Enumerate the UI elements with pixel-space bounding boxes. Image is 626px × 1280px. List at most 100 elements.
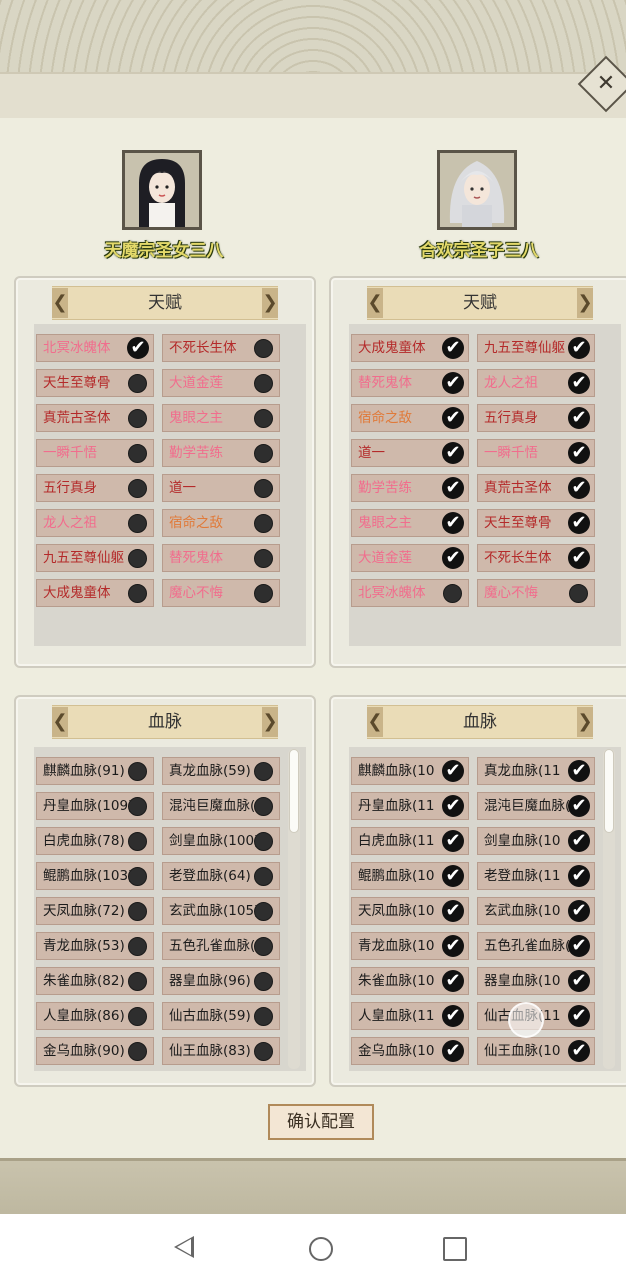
dot-icon[interactable] [128,1007,147,1026]
checkmark-icon[interactable]: ✔ [568,547,590,569]
checkmark-icon[interactable]: ✔ [568,407,590,429]
checkmark-icon[interactable]: ✔ [442,1040,464,1062]
option-cell[interactable]: 勤学苦练 ✔ [351,474,469,502]
checkmark-icon[interactable]: ✔ [568,372,590,394]
right-bloodline-scrollbar[interactable] [603,749,615,1069]
option-cell[interactable]: 老登血脉(64) [162,862,280,890]
option-cell[interactable]: 龙人之祖 [36,509,154,537]
option-cell[interactable]: 真龙血脉(11 ✔ [477,757,595,785]
recent-square-icon[interactable] [443,1237,467,1261]
checkmark-icon[interactable]: ✔ [442,372,464,394]
chevron-right-icon[interactable]: ❯ [262,707,278,737]
dot-icon[interactable] [254,584,273,603]
option-cell[interactable]: 大成鬼童体 ✔ [351,334,469,362]
back-triangle-icon[interactable] [174,1236,194,1258]
dot-icon[interactable] [254,902,273,921]
checkmark-icon[interactable]: ✔ [568,760,590,782]
confirm-config-button[interactable]: 确认配置 [268,1104,374,1140]
option-cell[interactable]: 道一 [162,474,280,502]
checkmark-icon[interactable]: ✔ [442,900,464,922]
dot-icon[interactable] [128,832,147,851]
option-cell[interactable]: 宿命之敌 [162,509,280,537]
left-bloodline-scrollbar[interactable] [288,749,300,1069]
option-cell[interactable]: 大成鬼童体 [36,579,154,607]
checkmark-icon[interactable]: ✔ [442,407,464,429]
option-cell[interactable]: 天凤血脉(10 ✔ [351,897,469,925]
checkmark-icon[interactable]: ✔ [442,547,464,569]
option-cell[interactable]: 五色孔雀血脉(66 [162,932,280,960]
dot-icon[interactable] [128,514,147,533]
checkmark-icon[interactable]: ✔ [568,830,590,852]
option-cell[interactable]: 九五至尊仙躯 ✔ [477,334,595,362]
dot-icon[interactable] [128,409,147,428]
dot-icon[interactable] [128,549,147,568]
option-cell[interactable]: 青龙血脉(53) [36,932,154,960]
option-cell[interactable]: 魔心不悔 [477,579,595,607]
option-cell[interactable]: 仙古血脉(59) [162,1002,280,1030]
option-cell[interactable]: 丹皇血脉(109) [36,792,154,820]
checkmark-icon[interactable]: ✔ [568,512,590,534]
option-cell[interactable]: 真荒古圣体 ✔ [477,474,595,502]
checkmark-icon[interactable]: ✔ [442,760,464,782]
option-cell[interactable]: 金乌血脉(10 ✔ [351,1037,469,1065]
dot-icon[interactable] [254,972,273,991]
option-cell[interactable]: 剑皇血脉(10 ✔ [477,827,595,855]
checkmark-icon[interactable]: ✔ [568,477,590,499]
checkmark-icon[interactable]: ✔ [568,935,590,957]
dot-icon[interactable] [128,867,147,886]
option-cell[interactable]: 器皇血脉(96) [162,967,280,995]
dot-icon[interactable] [254,374,273,393]
option-cell[interactable]: 白虎血脉(78) [36,827,154,855]
option-cell[interactable]: 不死长生体 ✔ [477,544,595,572]
checkmark-icon[interactable]: ✔ [442,1005,464,1027]
option-cell[interactable]: 麒麟血脉(91) [36,757,154,785]
dot-icon[interactable] [128,937,147,956]
dot-icon[interactable] [254,479,273,498]
checkmark-icon[interactable]: ✔ [442,795,464,817]
dot-icon[interactable] [254,937,273,956]
checkmark-icon[interactable]: ✔ [442,337,464,359]
chevron-right-icon[interactable]: ❯ [262,288,278,318]
dot-icon[interactable] [254,867,273,886]
checkmark-icon[interactable]: ✔ [568,795,590,817]
dot-icon[interactable] [254,444,273,463]
option-cell[interactable]: 北冥冰魄体 ✔ [36,334,154,362]
dot-icon[interactable] [128,479,147,498]
option-cell[interactable]: 北冥冰魄体 [351,579,469,607]
checkmark-icon[interactable]: ✔ [568,1040,590,1062]
option-cell[interactable]: 一瞬千悟 ✔ [477,439,595,467]
dot-icon[interactable] [254,549,273,568]
option-cell[interactable]: 混沌巨魔血脉(10 ✔ [477,792,595,820]
option-cell[interactable]: 鲲鹏血脉(103) [36,862,154,890]
option-cell[interactable]: 真荒古圣体 [36,404,154,432]
option-cell[interactable]: 龙人之祖 ✔ [477,369,595,397]
checkmark-icon[interactable]: ✔ [442,830,464,852]
option-cell[interactable]: 大道金莲 [162,369,280,397]
checkmark-icon[interactable]: ✔ [568,970,590,992]
option-cell[interactable]: 天生至尊骨 ✔ [477,509,595,537]
dot-icon[interactable] [128,584,147,603]
checkmark-icon[interactable]: ✔ [568,865,590,887]
dot-icon[interactable] [254,832,273,851]
option-cell[interactable]: 天凤血脉(72) [36,897,154,925]
option-cell[interactable]: 朱雀血脉(10 ✔ [351,967,469,995]
dot-icon[interactable] [128,444,147,463]
checkmark-icon[interactable]: ✔ [442,865,464,887]
option-cell[interactable]: 真龙血脉(59) [162,757,280,785]
option-cell[interactable]: 剑皇血脉(100) [162,827,280,855]
dot-icon[interactable] [128,762,147,781]
dot-icon[interactable] [128,902,147,921]
option-cell[interactable]: 五色孔雀血脉(10 ✔ [477,932,595,960]
chevron-left-icon[interactable]: ❮ [52,288,68,318]
dot-icon[interactable] [128,797,147,816]
checkmark-icon[interactable]: ✔ [568,1005,590,1027]
option-cell[interactable]: 大道金莲 ✔ [351,544,469,572]
option-cell[interactable]: 玄武血脉(10 ✔ [477,897,595,925]
checkmark-icon[interactable]: ✔ [442,512,464,534]
option-cell[interactable]: 青龙血脉(10 ✔ [351,932,469,960]
option-cell[interactable]: 鲲鹏血脉(10 ✔ [351,862,469,890]
option-cell[interactable]: 勤学苦练 [162,439,280,467]
checkmark-icon[interactable]: ✔ [568,442,590,464]
option-cell[interactable]: 器皇血脉(10 ✔ [477,967,595,995]
option-cell[interactable]: 天生至尊骨 [36,369,154,397]
